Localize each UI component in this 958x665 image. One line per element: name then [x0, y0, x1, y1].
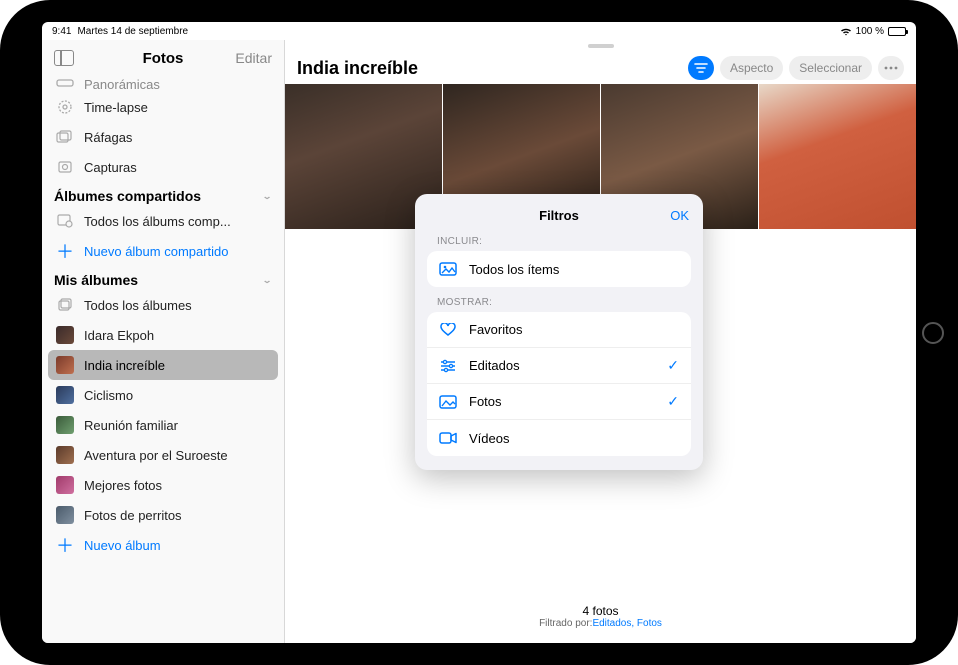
- sidebar-item-album-perritos[interactable]: Fotos de perritos: [42, 500, 284, 530]
- chevron-down-icon: ⌄: [262, 275, 272, 285]
- plus-icon: ＋: [56, 532, 74, 558]
- status-date: Martes 14 de septiembre: [77, 26, 188, 37]
- album-thumb: [56, 326, 74, 344]
- popover-title: Filtros: [539, 208, 579, 223]
- main-content: India increíble Aspecto Seleccionar: [285, 40, 916, 643]
- check-icon: ✓: [667, 393, 679, 410]
- sliders-icon: [439, 357, 457, 375]
- album-thumb: [56, 416, 74, 434]
- status-bar: 9:41 Martes 14 de septiembre 100 %: [42, 22, 916, 40]
- wifi-icon: [840, 27, 852, 36]
- sidebar: Fotos Editar Panorámicas: [42, 40, 285, 643]
- filter-row-edited[interactable]: Editados ✓: [427, 348, 691, 384]
- filter-row-photos[interactable]: Fotos ✓: [427, 384, 691, 420]
- video-icon: [439, 429, 457, 447]
- battery-icon: [888, 27, 906, 36]
- sidebar-section-myalbums[interactable]: Mis álbumes ⌄: [42, 266, 284, 290]
- album-thumb: [56, 476, 74, 494]
- photo-count: 4 fotos: [285, 604, 916, 618]
- sidebar-new-album[interactable]: ＋ Nuevo álbum: [42, 530, 284, 560]
- sidebar-item-album-india[interactable]: India increíble: [48, 350, 278, 380]
- more-button[interactable]: [878, 56, 904, 80]
- sidebar-edit-button[interactable]: Editar: [235, 50, 272, 66]
- popover-show-label: MOSTRAR:: [415, 287, 703, 312]
- status-time: 9:41: [52, 26, 71, 37]
- album-thumb: [56, 506, 74, 524]
- photo-icon: [439, 393, 457, 411]
- album-title: India increíble: [297, 58, 682, 79]
- check-icon: ✓: [667, 357, 679, 374]
- sidebar-section-shared[interactable]: Álbumes compartidos ⌄: [42, 182, 284, 206]
- shared-album-icon: [56, 212, 74, 230]
- all-items-icon: [439, 260, 457, 278]
- sidebar-item-panoramas[interactable]: Panorámicas: [42, 76, 284, 92]
- sidebar-scroll[interactable]: Panorámicas Time-lapse Ráfagas: [42, 76, 284, 643]
- filter-row-all-items[interactable]: Todos los ítems: [427, 251, 691, 287]
- album-thumb: [56, 386, 74, 404]
- filters-popover: Filtros OK INCLUIR: Todos los ítems MOST…: [415, 194, 703, 470]
- sidebar-new-shared-album[interactable]: ＋ Nuevo álbum compartido: [42, 236, 284, 266]
- plus-icon: ＋: [56, 238, 74, 264]
- select-button[interactable]: Seleccionar: [789, 56, 872, 80]
- aspect-button[interactable]: Aspecto: [720, 56, 783, 80]
- albums-icon: [56, 296, 74, 314]
- sidebar-item-album-mejores[interactable]: Mejores fotos: [42, 470, 284, 500]
- sidebar-item-bursts[interactable]: Ráfagas: [42, 122, 284, 152]
- ellipsis-icon: [884, 66, 898, 70]
- sidebar-item-album-idara[interactable]: Idara Ekpoh: [42, 320, 284, 350]
- burst-icon: [56, 128, 74, 146]
- filter-row-videos[interactable]: Vídeos: [427, 420, 691, 456]
- screenshot-icon: [56, 158, 74, 176]
- heart-icon: [439, 321, 457, 339]
- popover-include-label: INCLUIR:: [415, 226, 703, 251]
- popover-ok-button[interactable]: OK: [670, 208, 689, 223]
- screen: 9:41 Martes 14 de septiembre 100 %: [42, 22, 916, 643]
- multitask-handle[interactable]: [285, 40, 916, 52]
- sidebar-item-screenshots[interactable]: Capturas: [42, 152, 284, 182]
- chevron-down-icon: ⌄: [262, 191, 272, 201]
- main-header: India increíble Aspecto Seleccionar: [285, 52, 916, 84]
- panorama-icon: [56, 76, 74, 92]
- popover-show-group: Favoritos Editados ✓: [427, 312, 691, 456]
- battery-percent: 100 %: [856, 26, 884, 37]
- sidebar-item-timelapse[interactable]: Time-lapse: [42, 92, 284, 122]
- sidebar-item-album-ciclismo[interactable]: Ciclismo: [42, 380, 284, 410]
- photo-thumb[interactable]: [759, 84, 916, 229]
- sidebar-toggle-icon[interactable]: [54, 50, 74, 66]
- sidebar-item-album-reunion[interactable]: Reunión familiar: [42, 410, 284, 440]
- filter-button[interactable]: [688, 56, 714, 80]
- filter-lines-icon: [694, 63, 708, 73]
- album-thumb: [56, 446, 74, 464]
- filter-summary: Filtrado por:Editados, Fotos: [285, 618, 916, 629]
- grid-footer: 4 fotos Filtrado por:Editados, Fotos: [285, 594, 916, 643]
- sidebar-item-all-albums[interactable]: Todos los álbumes: [42, 290, 284, 320]
- album-thumb: [56, 356, 74, 374]
- ipad-frame: 9:41 Martes 14 de septiembre 100 %: [0, 0, 958, 665]
- sidebar-header: Fotos Editar: [42, 40, 284, 76]
- timelapse-icon: [56, 98, 74, 116]
- sidebar-item-album-aventura[interactable]: Aventura por el Suroeste: [42, 440, 284, 470]
- filter-row-favorites[interactable]: Favoritos: [427, 312, 691, 348]
- home-button[interactable]: [922, 322, 944, 344]
- popover-include-group: Todos los ítems: [427, 251, 691, 287]
- sidebar-item-all-shared[interactable]: Todos los álbums comp...: [42, 206, 284, 236]
